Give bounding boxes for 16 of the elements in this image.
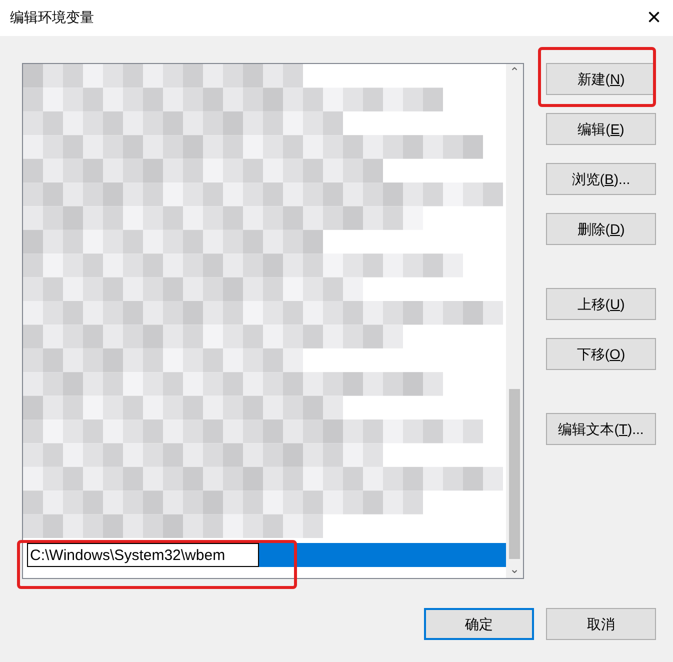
- selected-row[interactable]: [259, 543, 506, 567]
- dialog-button[interactable]: 编辑文本(T)...: [546, 413, 656, 445]
- scroll-up-button[interactable]: ⌃: [510, 64, 520, 81]
- window-title: 编辑环境变量: [10, 8, 94, 28]
- dialog-button[interactable]: 删除(D): [546, 213, 656, 245]
- dialog-button[interactable]: 确定: [424, 608, 534, 640]
- dialog-button[interactable]: 新建(N): [546, 63, 656, 95]
- input-field[interactable]: C:\Windows\System32\wbem: [27, 543, 259, 567]
- scrollbar-thumb[interactable]: [509, 389, 520, 559]
- scroll-down-button[interactable]: ⌄: [510, 561, 520, 578]
- dialog-button[interactable]: 下移(O): [546, 338, 656, 370]
- dialog-button[interactable]: 取消: [546, 608, 656, 640]
- dialog-button[interactable]: 上移(U): [546, 288, 656, 320]
- close-button[interactable]: ×: [646, 6, 661, 30]
- dialog-button[interactable]: 浏览(B)...: [546, 163, 656, 195]
- dialog-button[interactable]: 编辑(E): [546, 113, 656, 145]
